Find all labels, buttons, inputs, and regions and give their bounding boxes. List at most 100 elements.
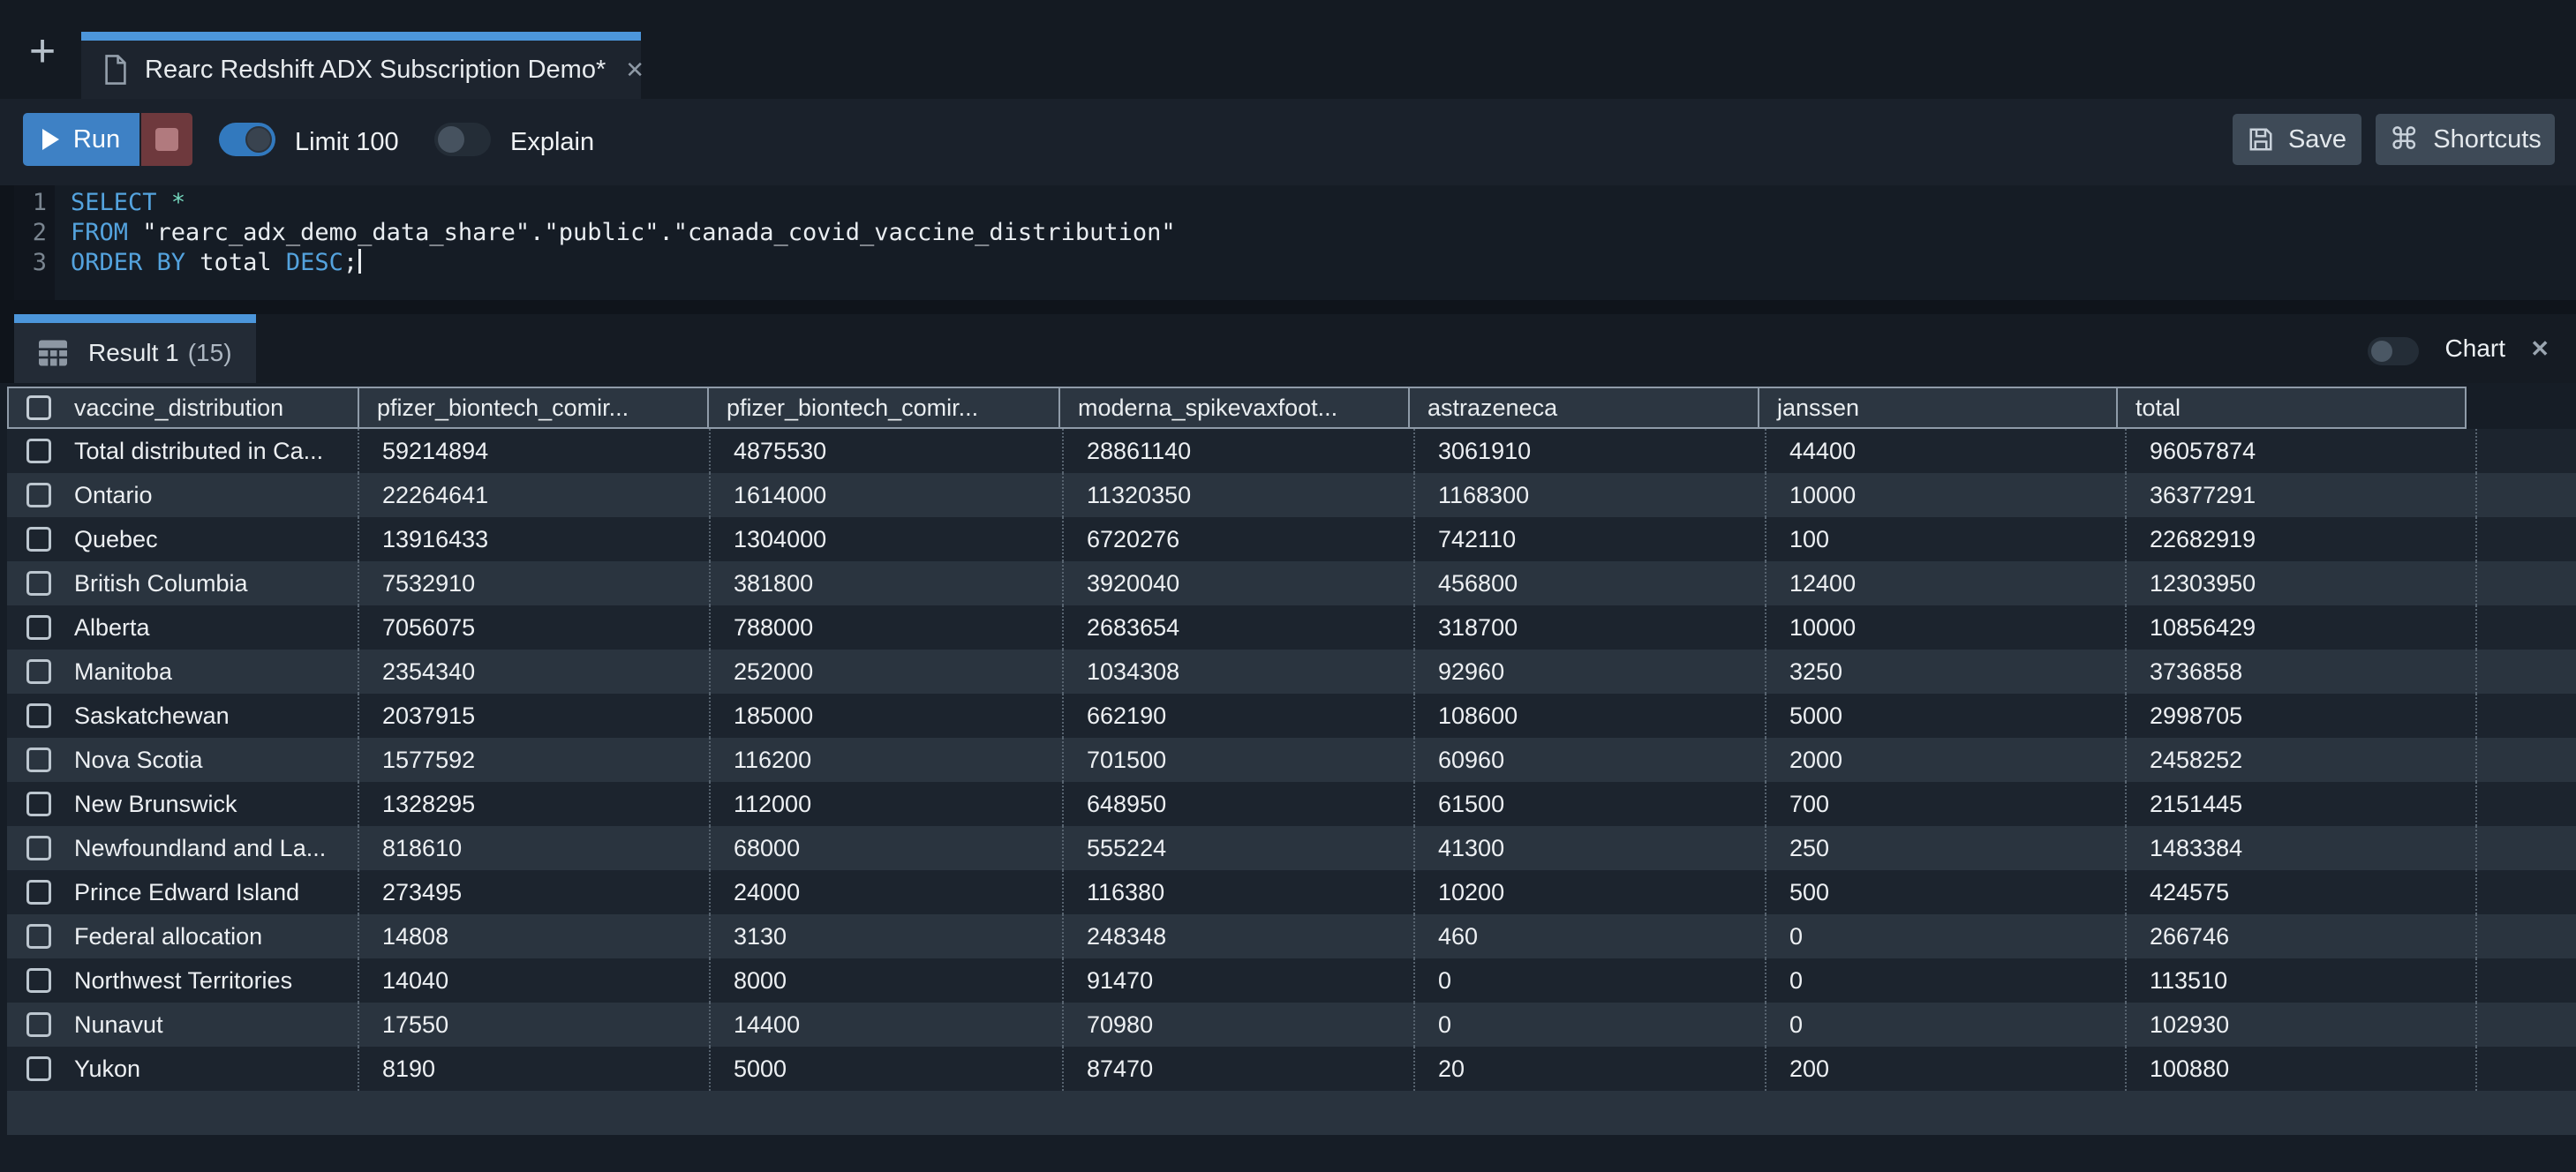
table-row[interactable]: Federal allocation1480831302483484600266…: [7, 914, 2576, 958]
column-header-label: janssen: [1777, 394, 1859, 422]
table-row[interactable]: Nova Scotia15775921162007015006096020002…: [7, 738, 2576, 782]
row-checkbox[interactable]: [26, 836, 51, 860]
row-checkbox[interactable]: [26, 792, 51, 816]
column-header-5[interactable]: janssen: [1758, 387, 2118, 429]
row-filler: [2477, 782, 2576, 826]
data-cell: 10856429: [2127, 605, 2477, 650]
code-line[interactable]: 3ORDER BY total DESC;: [14, 248, 2576, 278]
cell-value: 1168300: [1438, 482, 1529, 509]
table-row[interactable]: New Brunswick132829511200064895061500700…: [7, 782, 2576, 826]
row-checkbox[interactable]: [26, 439, 51, 463]
cell-value: 12303950: [2150, 570, 2256, 597]
row-checkbox[interactable]: [26, 968, 51, 993]
run-button[interactable]: Run: [23, 113, 139, 166]
table-row[interactable]: Nunavut17550144007098000102930: [7, 1003, 2576, 1047]
row-checkbox[interactable]: [26, 703, 51, 728]
row-checkbox[interactable]: [26, 1012, 51, 1037]
table-row[interactable]: Total distributed in Ca...59214894487553…: [7, 429, 2576, 473]
code-text: FROM "rearc_adx_demo_data_share"."public…: [55, 218, 1176, 248]
row-label-cell: Northwest Territories: [7, 958, 359, 1003]
cell-value: 36377291: [2150, 482, 2256, 509]
row-checkbox[interactable]: [26, 1056, 51, 1081]
row-checkbox[interactable]: [26, 748, 51, 772]
save-button[interactable]: Save: [2233, 114, 2361, 165]
cell-value: 788000: [734, 614, 813, 642]
code-line[interactable]: 2FROM "rearc_adx_demo_data_share"."publi…: [14, 218, 2576, 248]
column-header-3[interactable]: moderna_spikevaxfoot...: [1058, 387, 1410, 429]
column-header-2[interactable]: pfizer_biontech_comir...: [707, 387, 1060, 429]
table-row[interactable]: Yukon819050008747020200100880: [7, 1047, 2576, 1091]
cell-value: 5000: [1789, 702, 1842, 730]
column-header-1[interactable]: pfizer_biontech_comir...: [358, 387, 709, 429]
new-tab-button[interactable]: +: [21, 30, 64, 72]
editor-surface[interactable]: 1SELECT *2FROM "rearc_adx_demo_data_shar…: [14, 185, 2576, 300]
table-row[interactable]: British Columbia753291038180039200404568…: [7, 561, 2576, 605]
table-row[interactable]: Alberta705607578800026836543187001000010…: [7, 605, 2576, 650]
row-filler: [2477, 826, 2576, 870]
chart-toggle[interactable]: [2368, 337, 2419, 365]
data-cell: 61500: [1415, 782, 1766, 826]
result-tab[interactable]: Result 1 (15): [14, 314, 256, 383]
cell-value: 1614000: [734, 482, 826, 509]
cell-value: 22264641: [382, 482, 488, 509]
data-cell: 59214894: [359, 429, 711, 473]
column-header-label: vaccine_distribution: [74, 394, 283, 422]
sql-editor[interactable]: 1SELECT *2FROM "rearc_adx_demo_data_shar…: [0, 185, 2576, 314]
row-checkbox[interactable]: [26, 527, 51, 552]
cell-value: 0: [1789, 923, 1803, 950]
shortcuts-button[interactable]: ⌘ Shortcuts: [2376, 114, 2555, 165]
column-header-0[interactable]: vaccine_distribution: [7, 387, 359, 429]
data-cell: 68000: [711, 826, 1064, 870]
column-header-label: total: [2135, 394, 2181, 422]
table-row[interactable]: Prince Edward Island27349524000116380102…: [7, 870, 2576, 914]
results-close-icon[interactable]: ✕: [2530, 314, 2550, 383]
row-filler: [2477, 1047, 2576, 1091]
cell-value: 102930: [2150, 1011, 2229, 1039]
cell-value: 2683654: [1087, 614, 1179, 642]
cell-value: 96057874: [2150, 438, 2256, 465]
cell-value: 381800: [734, 570, 813, 597]
column-header-4[interactable]: astrazeneca: [1408, 387, 1759, 429]
explain-label: Explain: [510, 99, 594, 185]
code-line[interactable]: 1SELECT *: [14, 188, 2576, 218]
table-row[interactable]: Northwest Territories1404080009147000113…: [7, 958, 2576, 1003]
select-all-checkbox[interactable]: [26, 395, 51, 420]
table-row[interactable]: Manitoba23543402520001034308929603250373…: [7, 650, 2576, 694]
cell-value: 742110: [1438, 526, 1516, 553]
cell-value: 266746: [2150, 923, 2229, 950]
cell-value: 273495: [382, 879, 462, 906]
column-header-6[interactable]: total: [2116, 387, 2467, 429]
data-cell: 250: [1766, 826, 2127, 870]
cell-value: 14808: [382, 923, 448, 950]
row-checkbox[interactable]: [26, 659, 51, 684]
row-checkbox[interactable]: [26, 615, 51, 640]
column-header-label: moderna_spikevaxfoot...: [1078, 394, 1337, 422]
tab-close-icon[interactable]: ✕: [625, 56, 644, 84]
row-checkbox[interactable]: [26, 880, 51, 905]
table-body: Total distributed in Ca...59214894487553…: [7, 429, 2576, 1135]
table-row[interactable]: Quebec1391643313040006720276742110100226…: [7, 517, 2576, 561]
row-label-cell: Saskatchewan: [7, 694, 359, 738]
tab-rearc-redshift-adx-subscription-demo[interactable]: Rearc Redshift ADX Subscription Demo* ✕: [81, 32, 641, 99]
row-checkbox[interactable]: [26, 924, 51, 949]
table-row[interactable]: Ontario222646411614000113203501168300100…: [7, 473, 2576, 517]
cell-value: 0: [1789, 967, 1803, 995]
column-header-label: pfizer_biontech_comir...: [727, 394, 978, 422]
cell-value: 460: [1438, 923, 1478, 950]
data-cell: 100880: [2127, 1047, 2477, 1091]
cell-value: 24000: [734, 879, 800, 906]
data-cell: 14400: [711, 1003, 1064, 1047]
result-tab-count: (15): [188, 339, 232, 367]
row-checkbox[interactable]: [26, 571, 51, 596]
table-row[interactable]: Saskatchewan2037915185000662190108600500…: [7, 694, 2576, 738]
row-checkbox[interactable]: [26, 483, 51, 507]
limit-toggle[interactable]: [219, 123, 275, 156]
row-label-cell: Nova Scotia: [7, 738, 359, 782]
explain-toggle[interactable]: [434, 123, 491, 156]
code-lines: 1SELECT *2FROM "rearc_adx_demo_data_shar…: [14, 188, 2576, 278]
data-cell: 0: [1766, 958, 2127, 1003]
stop-button[interactable]: [141, 113, 192, 166]
table-row[interactable]: Newfoundland and La...818610680005552244…: [7, 826, 2576, 870]
data-cell: 22682919: [2127, 517, 2477, 561]
cell-value: 61500: [1438, 791, 1504, 818]
